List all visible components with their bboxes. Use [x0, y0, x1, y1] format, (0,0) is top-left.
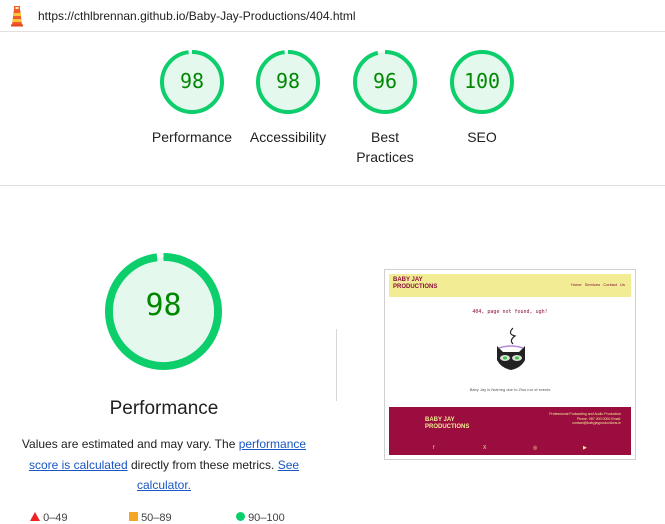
- legend-fail-label: 0–49: [43, 512, 68, 524]
- screenshot-navbar: BABY JAY PRODUCTIONS Home Services Conta…: [389, 274, 631, 297]
- desc-text-2: directly from these metrics.: [127, 457, 278, 472]
- fail-triangle-icon: [30, 512, 40, 521]
- performance-label: Performance: [151, 129, 233, 145]
- vertical-divider: [336, 329, 337, 401]
- legend-pass: 90–100: [236, 512, 285, 524]
- url-bar: https://cthlbrennan.github.io/Baby-Jay-P…: [0, 0, 665, 32]
- gauge-best-practices[interactable]: 96 Best Practices: [340, 49, 430, 167]
- performance-large-score: 98: [145, 288, 182, 323]
- average-square-icon: [129, 512, 138, 521]
- gauge-accessibility[interactable]: 98 Accessibility: [243, 49, 333, 147]
- legend-average-label: 50–89: [141, 512, 172, 524]
- accessibility-score: 98: [275, 69, 301, 93]
- screenshot-nav-links: Home Services Contact Us: [570, 282, 625, 287]
- screenshot-footer-info: Professional Podcasting and Audio Produc…: [549, 412, 621, 425]
- gauge-seo[interactable]: 100 SEO: [437, 49, 527, 147]
- screenshot-subtext: Baby Jay is Nutmeg due to Zlus run of ev…: [469, 387, 551, 392]
- screenshot-social-icons: f X ◎ ▶: [389, 445, 631, 451]
- accessibility-label: Accessibility: [249, 129, 327, 145]
- score-gauges: 98 Performance 98 Accessibility 96 Best …: [0, 33, 665, 186]
- screenshot-footer: BABY JAY PRODUCTIONS Professional Podcas…: [389, 407, 631, 455]
- performance-heading: Performance: [109, 398, 219, 419]
- x-twitter-icon: X: [483, 445, 487, 451]
- legend-average: 50–89: [129, 512, 172, 524]
- performance-score: 98: [179, 69, 205, 93]
- screenshot-footer-brand: BABY JAY PRODUCTIONS: [425, 417, 470, 430]
- best-practices-score: 96: [372, 69, 398, 93]
- best-practices-label: Best Practices: [356, 129, 414, 165]
- score-legend: 0–49 50–89 90–100: [0, 512, 330, 524]
- cat-mask-icon: [497, 327, 525, 370]
- lighthouse-logo-icon: [11, 6, 23, 27]
- gauge-performance[interactable]: 98 Performance: [147, 49, 237, 147]
- instagram-icon: ◎: [533, 445, 538, 451]
- performance-description: Values are estimated and may vary. The p…: [14, 434, 314, 496]
- legend-fail: 0–49: [30, 512, 68, 524]
- legend-pass-label: 90–100: [248, 512, 285, 524]
- page-url[interactable]: https://cthlbrennan.github.io/Baby-Jay-P…: [38, 9, 356, 23]
- final-screenshot[interactable]: BABY JAY PRODUCTIONS Home Services Conta…: [384, 269, 636, 460]
- youtube-icon: ▶: [583, 445, 587, 451]
- seo-label: SEO: [467, 129, 497, 145]
- screenshot-brand: BABY JAY PRODUCTIONS: [393, 277, 438, 290]
- pass-circle-icon: [236, 512, 245, 521]
- seo-score: 100: [463, 69, 501, 93]
- facebook-icon: f: [433, 445, 435, 451]
- desc-text-1: Values are estimated and may vary. The: [21, 437, 239, 451]
- screenshot-page: BABY JAY PRODUCTIONS Home Services Conta…: [389, 274, 631, 455]
- screenshot-404-message: 404, page not found, ugh!: [472, 309, 548, 315]
